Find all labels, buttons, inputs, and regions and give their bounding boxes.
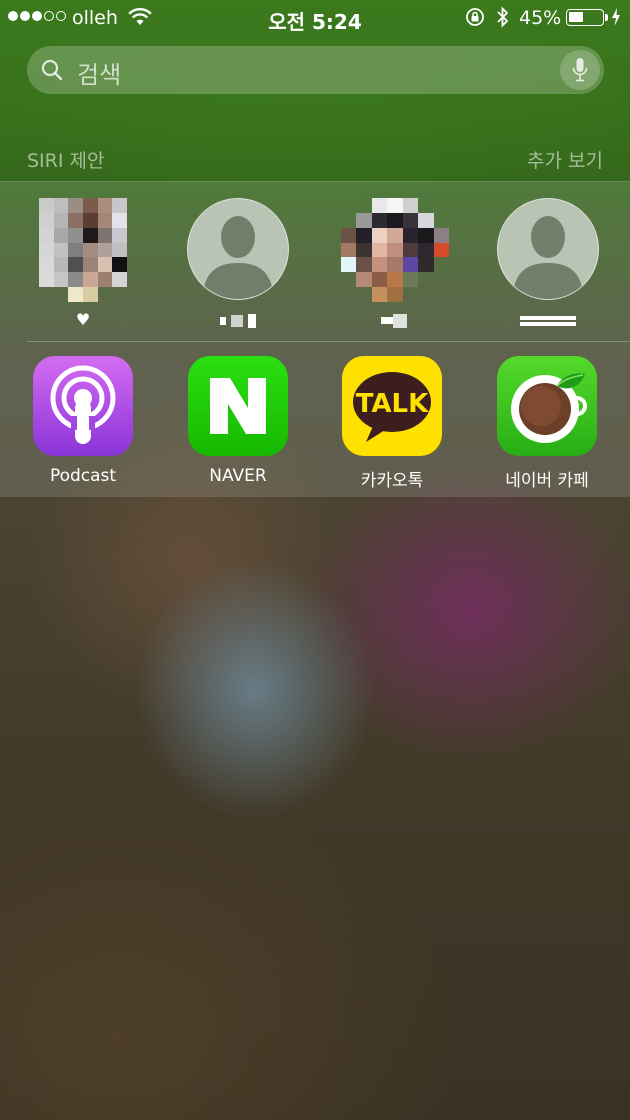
battery-percentage: 45% [519,7,562,29]
contact-photo-avatar [39,198,127,302]
contact-name-redacted [478,310,618,329]
search-icon [41,59,63,81]
app-podcast[interactable]: Podcast [13,356,153,486]
app-label: Podcast [49,466,117,486]
battery-icon [566,9,608,26]
app-naver-cafe[interactable]: 네이버 카페 [477,356,617,491]
status-bar: olleh 오전 5:24 45% [0,0,630,36]
section-divider [27,341,630,342]
contact-name-redacted [324,310,464,329]
app-kakaotalk[interactable]: TALK 카카오톡 [322,356,462,491]
default-person-icon [187,198,289,300]
naver-cafe-icon [497,356,597,456]
search-input[interactable]: 검색 [77,55,121,90]
app-label: NAVER [209,466,267,486]
rotation-lock-icon [466,8,484,26]
kakaotalk-icon: TALK [342,356,442,456]
app-label: 카카오톡 [360,471,424,491]
contact-name: ♥ [75,310,91,329]
siri-suggestions-title: SIRI 제안 [27,150,105,172]
charging-bolt-icon [612,8,620,26]
default-person-icon [497,198,599,300]
dictation-button[interactable] [560,50,600,90]
microphone-icon [572,58,588,82]
show-more-link[interactable]: 추가 보기 [527,146,603,173]
podcast-icon [33,356,133,456]
contact-photo-avatar [341,198,449,302]
naver-icon [188,356,288,456]
siri-suggestions-panel: ♥ Podcast NAVER TALK 카카오톡 네이버 카페 [0,181,630,497]
app-naver[interactable]: NAVER [168,356,308,486]
svg-text:TALK: TALK [356,389,429,419]
app-label: 네이버 카페 [505,471,589,491]
search-bar[interactable]: 검색 [27,46,604,94]
contact-name-redacted [168,310,308,329]
bluetooth-icon [497,6,509,28]
